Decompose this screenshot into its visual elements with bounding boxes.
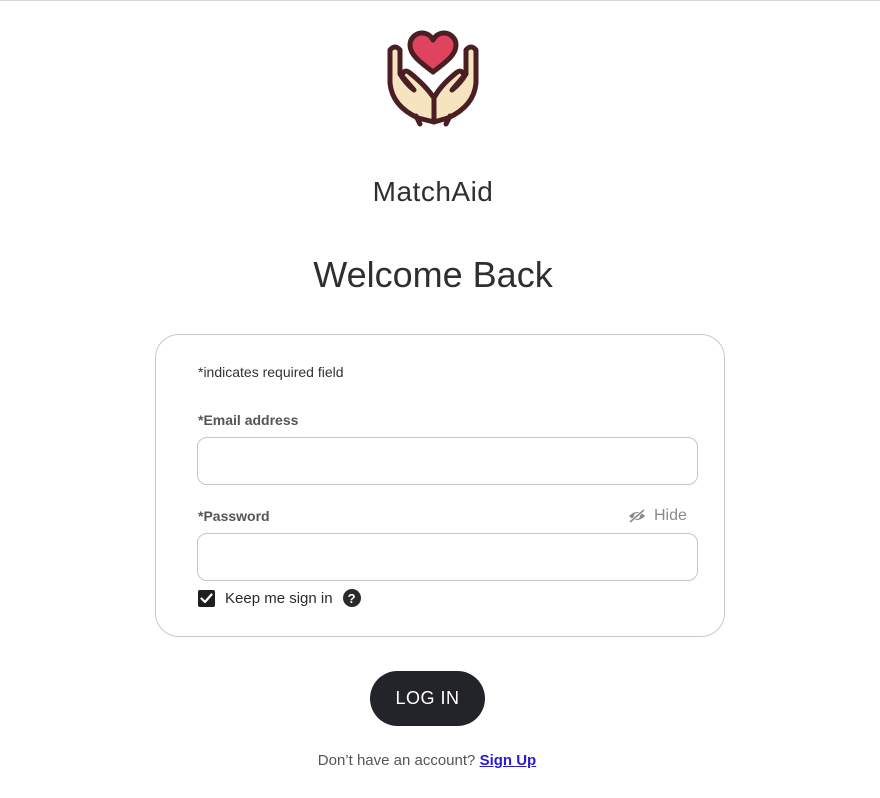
hide-password-label: Hide (654, 507, 687, 524)
top-divider (0, 0, 880, 1)
email-field[interactable] (197, 437, 698, 485)
email-label: *Email address (198, 412, 299, 428)
signup-prompt-text: Don’t have an account? (317, 752, 476, 769)
question-circle-icon[interactable]: ? (342, 589, 361, 607)
app-name: MatchAid (372, 176, 494, 207)
signup-prompt: Don’t have an account? Sign Up (0, 752, 854, 769)
required-field-note: *indicates required field (198, 364, 344, 380)
page-title: Welcome Back (313, 254, 553, 295)
password-field[interactable] (197, 533, 698, 581)
keep-signed-in-checkbox[interactable] (198, 589, 215, 607)
eye-slash-icon (629, 509, 645, 523)
checkmark-icon (200, 592, 213, 603)
password-label: *Password (198, 508, 270, 524)
login-form-card: *indicates required field *Email address… (155, 334, 725, 637)
keep-signed-in-row: Keep me sign in ? (198, 589, 361, 607)
password-visibility-toggle[interactable]: Hide (628, 507, 687, 525)
login-button[interactable]: LOG IN (370, 671, 485, 726)
keep-signed-in-label: Keep me sign in (225, 589, 333, 607)
signup-link[interactable]: Sign Up (480, 752, 537, 769)
hands-heart-icon (387, 30, 479, 127)
